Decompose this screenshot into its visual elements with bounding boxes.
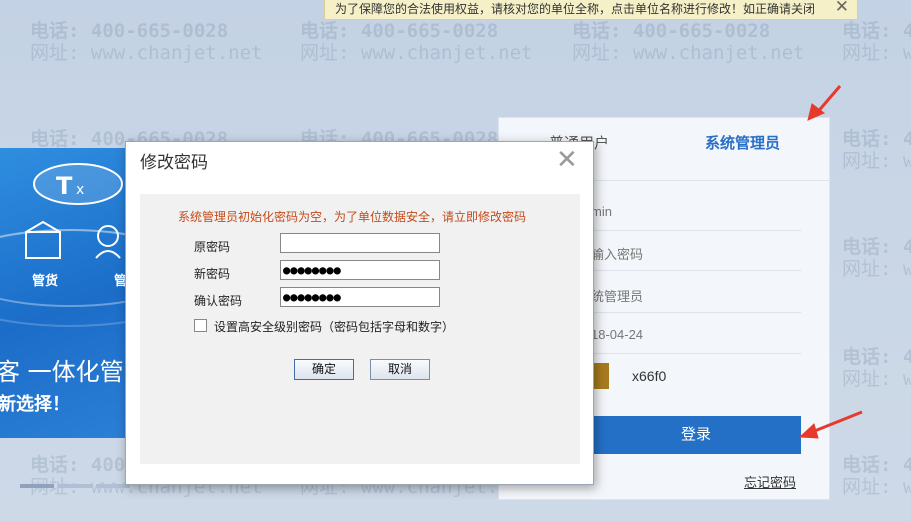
notice-text: 为了保障您的合法使用权益，请核对您的单位全称，点击单位名称进行修改！如正确请关闭	[335, 2, 816, 16]
carousel-dot[interactable]	[20, 484, 54, 488]
change-password-dialog: 修改密码 ✕ 系统管理员初始化密码为空，为了单位数据安全，请立即修改密码 原密码…	[125, 141, 594, 485]
confirm-password-input[interactable]: ●●●●●●●●	[280, 287, 440, 307]
watermark-site: 网址: www.chanjet.net	[842, 476, 911, 498]
notice-bar: 为了保障您的合法使用权益，请核对您的单位全称，点击单位名称进行修改！如正确请关闭…	[324, 0, 858, 20]
banner-subline: 新选择！	[0, 394, 70, 415]
notice-close-icon[interactable]: ✕	[835, 0, 849, 16]
watermark: 电话: 400-665-0028网址: www.chanjet.net	[572, 20, 804, 64]
watermark-phone: 电话: 400-665-0028	[30, 20, 229, 42]
high-security-label: 设置高安全级别密码（密码包括字母和数字）	[214, 320, 455, 334]
watermark: 电话: 400-665-0028网址: www.chanjet.net	[842, 454, 911, 498]
svg-text:x: x	[76, 182, 84, 198]
watermark: 电话: 400-665-0028网址: www.chanjet.net	[300, 20, 532, 64]
watermark-phone: 电话: 400-665-0028	[842, 236, 911, 258]
watermark-site: 网址: www.chanjet.net	[842, 258, 911, 280]
banner-icon-label: 管货	[32, 273, 59, 288]
watermark-site: 网址: www.chanjet.net	[300, 42, 533, 64]
carousel-dot[interactable]	[58, 484, 92, 488]
old-password-label: 原密码	[194, 240, 231, 254]
date-field[interactable]: 18-04-24	[591, 327, 643, 342]
banner-illustration: T x	[0, 163, 130, 327]
watermark-phone: 电话: 400-665-0028	[572, 20, 771, 42]
password-field[interactable]: 输入密码	[591, 244, 643, 263]
svg-text:T: T	[56, 172, 73, 200]
new-password-input[interactable]: ●●●●●●●●	[280, 260, 440, 280]
watermark-phone: 电话: 400-665-0028	[842, 454, 911, 476]
ok-button[interactable]: 确定	[294, 359, 354, 380]
dialog-title: 修改密码	[140, 153, 208, 172]
watermark-site: 网址: www.chanjet.net	[842, 42, 911, 64]
cancel-button[interactable]: 取消	[370, 359, 430, 380]
watermark-phone: 电话: 400-665-0028	[842, 128, 911, 150]
close-icon[interactable]: ✕	[556, 144, 578, 174]
watermark-phone: 电话: 400-665-0028	[842, 20, 911, 42]
carousel-dots[interactable]	[20, 475, 134, 493]
watermark: 电话: 400-665-0028网址: www.chanjet.net	[842, 20, 911, 64]
watermark: 电话: 400-665-0028网址: www.chanjet.net	[842, 236, 911, 280]
watermark-phone: 电话: 400-665-0028	[842, 346, 911, 368]
watermark-site: 网址: www.chanjet.net	[572, 42, 805, 64]
watermark-site: 网址: www.chanjet.net	[30, 42, 263, 64]
tab-system-admin[interactable]: 系统管理员	[705, 132, 780, 153]
watermark-site: 网址: www.chanjet.net	[842, 150, 911, 172]
watermark-site: 网址: www.chanjet.net	[842, 368, 911, 390]
watermark-phone: 电话: 400-665-0028	[300, 20, 499, 42]
high-security-checkbox[interactable]	[194, 319, 207, 332]
arrow-shaft	[814, 85, 842, 115]
watermark: 电话: 400-665-0028网址: www.chanjet.net	[30, 20, 262, 64]
watermark: 电话: 400-665-0028网址: www.chanjet.net	[842, 346, 911, 390]
confirm-password-label: 确认密码	[194, 294, 243, 308]
banner-headline: 客 一体化管	[0, 358, 124, 386]
forgot-password-link[interactable]: 忘记密码	[744, 472, 796, 491]
username-field[interactable]: min	[591, 204, 612, 219]
promo-banner: T x 管货 管 客 一体化管 新选择！	[0, 148, 130, 438]
watermark: 电话: 400-665-0028网址: www.chanjet.net	[842, 128, 911, 172]
new-password-label: 新密码	[194, 267, 231, 281]
old-password-input[interactable]	[280, 233, 440, 253]
dialog-body: 系统管理员初始化密码为空，为了单位数据安全，请立即修改密码 原密码 新密码 ●●…	[140, 194, 580, 464]
role-field[interactable]: 统管理员	[591, 286, 643, 305]
captcha-code: x66f0	[632, 368, 667, 384]
login-button[interactable]: 登录	[591, 416, 801, 454]
warning-text: 系统管理员初始化密码为空，为了单位数据安全，请立即修改密码	[178, 210, 527, 224]
